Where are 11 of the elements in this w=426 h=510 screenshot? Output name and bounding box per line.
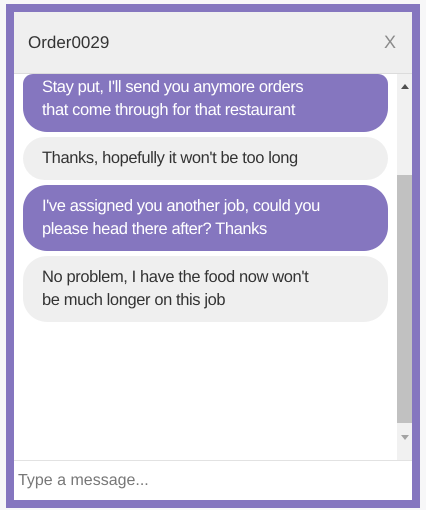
message-bubble: Thanks, hopefully it won't be too long — [23, 137, 388, 180]
scroll-up-icon[interactable] — [400, 84, 408, 89]
message-bubble: I've assigned you another job, could you please head there after? Thanks — [23, 185, 388, 251]
scroll-down-icon[interactable] — [400, 435, 408, 440]
scrollbar-thumb[interactable] — [397, 175, 412, 423]
scrollbar[interactable] — [397, 74, 412, 460]
chat-title: Order0029 — [28, 32, 110, 54]
close-button[interactable]: X — [384, 29, 398, 56]
message-bubble: No problem, I have the food now won't be much longer on this job — [23, 256, 388, 322]
message-bubble: Stay put, I'll send you anymore orders that come through for that restaurant — [23, 74, 388, 132]
message-input[interactable]: Type a message... — [14, 461, 412, 500]
